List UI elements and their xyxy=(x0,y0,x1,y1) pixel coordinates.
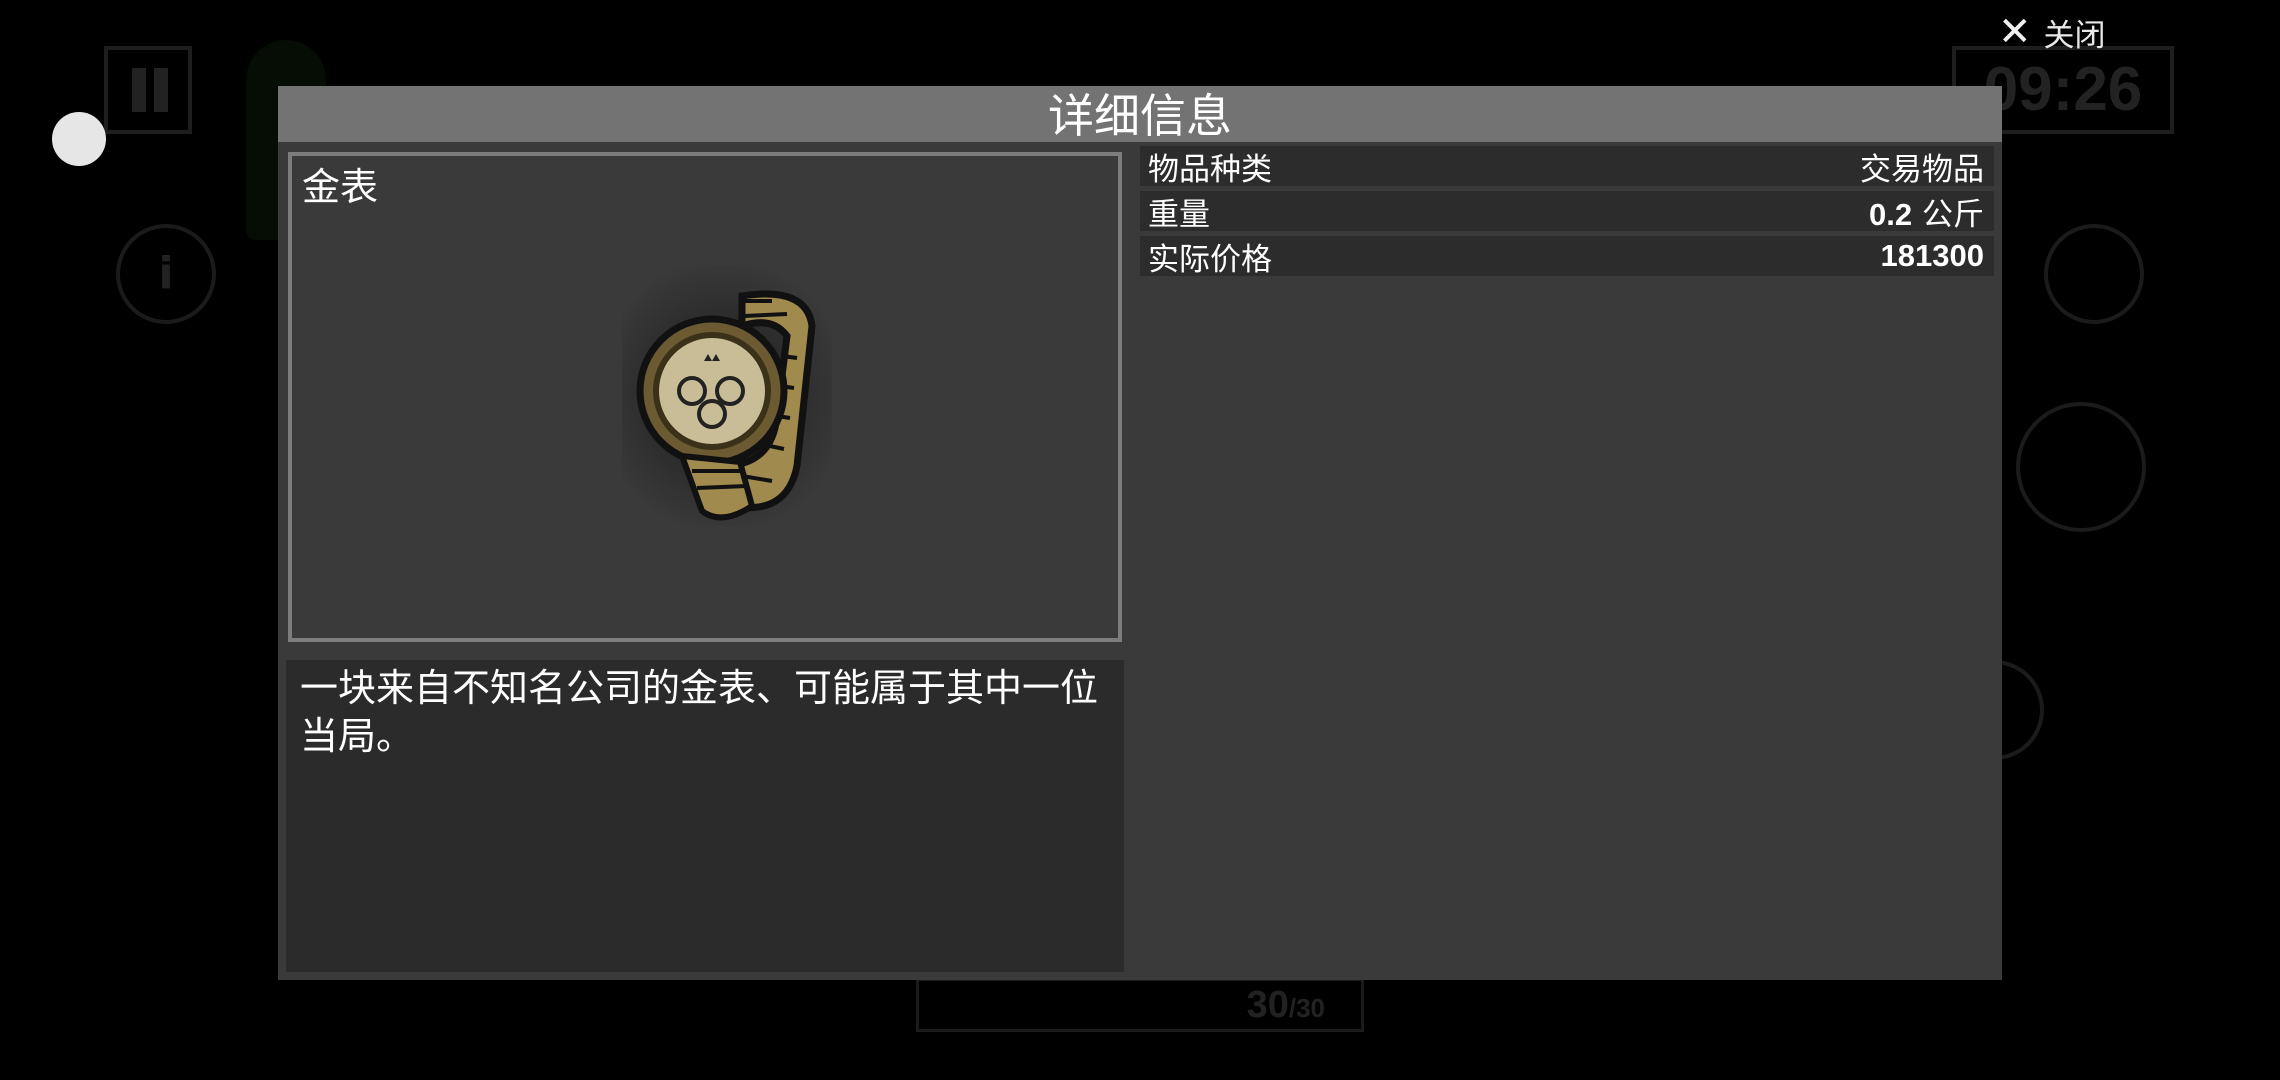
item-name: 金表 xyxy=(302,165,379,209)
floating-assist-button[interactable] xyxy=(52,112,106,166)
gold-watch-icon xyxy=(622,266,832,526)
stat-label: 实际价格 xyxy=(1148,241,1272,278)
stat-row-price: 实际价格 181300 xyxy=(1140,236,1994,278)
stat-value: 181300 xyxy=(1880,238,1984,273)
item-image-panel: 金表 xyxy=(288,152,1122,642)
info-icon[interactable]: i xyxy=(116,224,216,324)
ammo-counter: 30/30 xyxy=(916,978,1364,1032)
close-icon: ✕ xyxy=(1998,9,2032,55)
pause-button[interactable] xyxy=(104,46,192,134)
close-label: 关闭 xyxy=(2043,17,2106,54)
stat-label: 重量 xyxy=(1148,196,1210,233)
item-description-panel: 一块来自不知名公司的金表、可能属于其中一位当局。 xyxy=(286,660,1124,972)
weapon-icon[interactable] xyxy=(2016,402,2146,532)
stat-row-weight: 重量 0.2 公斤 xyxy=(1140,191,1994,233)
stat-value: 交易物品 xyxy=(1860,151,1984,188)
dialog-title: 详细信息 xyxy=(278,86,2002,143)
item-description: 一块来自不知名公司的金表、可能属于其中一位当局。 xyxy=(300,666,1099,758)
item-stats: 物品种类 交易物品 重量 0.2 公斤 实际价格 181300 xyxy=(1140,146,1994,281)
stat-row-category: 物品种类 交易物品 xyxy=(1140,146,1994,188)
item-detail-dialog: 详细信息 金表 一块来自不知名公司的金表、可能属于其中一位当局。 物品种类 交易… xyxy=(278,86,2002,980)
stat-value: 0.2 公斤 xyxy=(1869,196,1984,233)
backpack-icon[interactable] xyxy=(2044,224,2144,324)
stat-label: 物品种类 xyxy=(1148,151,1272,188)
close-button[interactable]: ✕ 关闭 xyxy=(1998,8,2106,56)
